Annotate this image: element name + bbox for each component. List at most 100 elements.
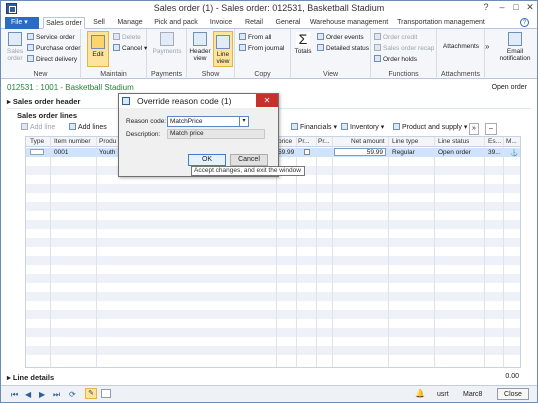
col-net-amount[interactable]: Net amount [351, 138, 385, 145]
from-all-button[interactable]: From all [239, 33, 271, 42]
dialog-cancel-button[interactable]: Cancel [230, 154, 268, 166]
group-view: Σ Totals Order events Detailed status Vie… [291, 29, 371, 79]
group-label-maintain: Maintain [100, 71, 127, 78]
col-es[interactable]: Es... [488, 138, 501, 145]
tab-invoice[interactable]: Invoice [205, 17, 237, 29]
help-icon[interactable]: ? [520, 18, 529, 27]
checkbox[interactable] [304, 149, 310, 155]
cancel-button[interactable]: Cancel ▾ [113, 44, 147, 53]
col-price[interactable]: price [278, 138, 292, 145]
tab-sell[interactable]: Sell [87, 17, 111, 29]
description-label: Description: [126, 131, 161, 138]
main-window: Sales order (1) - Sales order: 012531, B… [0, 0, 538, 403]
cell-product[interactable]: Youth [99, 149, 115, 156]
notification-icon[interactable]: 🔔 [415, 389, 425, 398]
col-pr2[interactable]: Pr... [318, 138, 330, 145]
table-row [26, 274, 520, 283]
col-pr1[interactable]: Pr... [298, 138, 310, 145]
service-order-button[interactable]: Service order [27, 33, 75, 42]
tab-manage[interactable]: Manage [113, 17, 147, 29]
sales-order-button[interactable]: Sales order [5, 32, 25, 62]
col-line-type[interactable]: Line type [392, 138, 418, 145]
dialog-close-button[interactable]: ✕ [256, 94, 278, 107]
sales-order-recap-button[interactable]: Sales order recap [374, 44, 434, 53]
from-journal-button[interactable]: From journal [239, 44, 284, 53]
table-row [26, 184, 520, 193]
cell-line-status[interactable]: Open order [438, 149, 471, 156]
table-row [26, 256, 520, 265]
maximize-button[interactable]: □ [509, 3, 523, 13]
cell-net-amount[interactable]: 59.99 [334, 148, 386, 156]
close-button[interactable]: Close [497, 388, 529, 400]
direct-delivery-button[interactable]: Direct delivery [27, 55, 77, 64]
group-email: Email notification [493, 29, 537, 79]
refresh-icon[interactable]: ⟳ [69, 390, 76, 399]
tab-sales-order[interactable]: Sales order [43, 17, 85, 29]
first-record-icon[interactable]: ⏮ [11, 390, 18, 400]
header-view-button[interactable]: Header view [189, 32, 211, 62]
next-record-icon[interactable]: ▶ [39, 390, 45, 399]
view-icon[interactable] [101, 389, 111, 398]
add-lines-button[interactable]: Add lines [69, 123, 107, 133]
ok-tooltip: Accept changes, and exit the window [191, 166, 305, 176]
col-line-status[interactable]: Line status [438, 138, 469, 145]
group-label-new: New [33, 71, 48, 78]
email-notification-button[interactable]: Email notification [495, 32, 535, 62]
order-events-button[interactable]: Order events [317, 33, 364, 42]
collapse-icon[interactable]: – [485, 123, 497, 135]
product-supply-button[interactable]: Product and supply ▾ [393, 123, 467, 133]
tab-general[interactable]: General [271, 17, 305, 29]
last-record-icon[interactable]: ⏭ [53, 390, 60, 400]
line-details-amount: 0.00 [505, 373, 519, 380]
group-functions: Order credit Sales order recap Order hol… [371, 29, 437, 79]
purchase-order-button[interactable]: Purchase order [27, 44, 80, 53]
minimize-button[interactable]: – [495, 3, 509, 13]
cell-es[interactable]: 39... [488, 149, 501, 156]
totals-button[interactable]: Σ Totals [293, 32, 313, 55]
attachments-button[interactable]: Attachments [439, 43, 483, 50]
col-m[interactable]: M... [506, 138, 517, 145]
chevron-down-icon[interactable]: ▾ [239, 116, 249, 127]
tab-pick-and-pack[interactable]: Pick and pack [149, 17, 203, 29]
reason-code-field[interactable]: MatchPrice ▾ [167, 116, 249, 127]
close-window-button[interactable]: ✕ [523, 3, 537, 13]
section-sales-order-lines: Sales order lines [17, 111, 78, 120]
window-title: Sales order (1) - Sales order: 012531, B… [153, 3, 385, 13]
section-line-details[interactable]: ▸ Line details [7, 373, 531, 383]
tab-file[interactable]: File ▾ [5, 17, 39, 29]
line-type-icon [30, 149, 44, 155]
table-row [26, 202, 520, 211]
inventory-button[interactable]: Inventory ▾ [341, 123, 384, 133]
more-icon[interactable]: » [469, 123, 479, 135]
col-item-number[interactable]: Item number [54, 138, 91, 145]
reason-code-label: Reason code: [126, 118, 167, 125]
group-copy: From all From journal Copy [235, 29, 291, 79]
financials-button[interactable]: Financials ▾ [291, 123, 337, 133]
column-divider [332, 137, 333, 367]
edit-mode-icon[interactable]: ✎ [85, 388, 97, 399]
table-row [26, 310, 520, 319]
payments-button[interactable]: Payments [151, 32, 183, 55]
group-payments: Payments Payments [147, 29, 187, 79]
add-line-button[interactable]: Add line [21, 123, 55, 133]
col-type[interactable]: Type [30, 138, 44, 145]
edit-button[interactable]: Edit [87, 31, 109, 67]
help-icon[interactable]: ? [479, 3, 493, 13]
tab-transportation-management[interactable]: Transportation management [393, 17, 489, 29]
delete-button[interactable]: Delete [113, 33, 141, 42]
order-holds-button[interactable]: Order holds [374, 55, 417, 64]
detailed-status-button[interactable]: Detailed status [317, 44, 369, 53]
user-label: usrt [437, 391, 449, 398]
column-divider [388, 137, 389, 367]
cell-line-type[interactable]: Regular [392, 149, 415, 156]
ribbon-scroll-icon[interactable]: » [485, 43, 489, 51]
col-product[interactable]: Produ [99, 138, 119, 145]
line-view-button[interactable]: Line view [213, 31, 233, 67]
cell-price[interactable]: 59.99 [278, 149, 294, 156]
previous-record-icon[interactable]: ◀ [25, 390, 31, 399]
order-credit-button[interactable]: Order credit [374, 33, 417, 42]
cell-item-number[interactable]: 0001 [54, 149, 68, 156]
tab-retail[interactable]: Retail [239, 17, 269, 29]
ok-button[interactable]: OK [188, 154, 226, 166]
tab-warehouse-management[interactable]: Warehouse management [307, 17, 391, 29]
